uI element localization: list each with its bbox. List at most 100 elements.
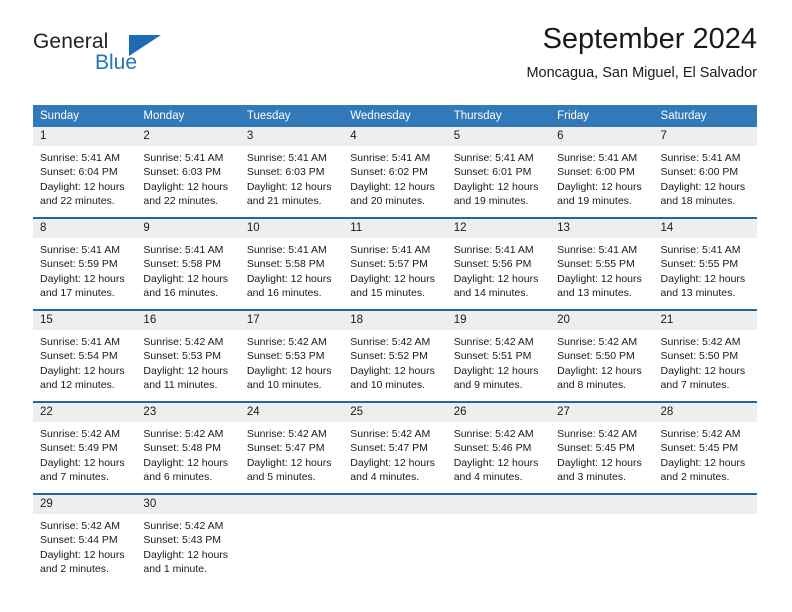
day-cell[interactable]: Sunrise: 5:41 AM Sunset: 6:03 PM Daylight:… (240, 146, 343, 217)
day-number[interactable]: 12 (447, 219, 550, 238)
day-number[interactable]: 1 (33, 127, 136, 146)
day-number[interactable]: 28 (654, 403, 757, 422)
day-number[interactable]: 15 (33, 311, 136, 330)
day-cell[interactable]: Sunrise: 5:41 AM Sunset: 6:02 PM Daylight:… (343, 146, 446, 217)
week-detail-row: Sunrise: 5:41 AM Sunset: 5:59 PM Daylight:… (33, 238, 757, 309)
day-sunset-text: Sunset: 6:01 PM (453, 166, 532, 179)
day-number[interactable]: 17 (240, 311, 343, 330)
day-number[interactable]: 9 (136, 219, 239, 238)
day-sunrise-text: Sunrise: 5:41 AM (660, 152, 741, 164)
day-cell[interactable]: Sunrise: 5:42 AM Sunset: 5:44 PM Daylight:… (33, 514, 136, 585)
day-number[interactable]: 22 (33, 403, 136, 422)
day-daylight-text: Daylight: 12 hours (143, 180, 229, 193)
day-daylight-text: and 15 minutes. (350, 287, 425, 300)
day-cell[interactable]: Sunrise: 5:41 AM Sunset: 6:00 PM Daylight:… (550, 146, 653, 217)
day-number-empty (654, 495, 757, 514)
day-number[interactable]: 27 (550, 403, 653, 422)
day-number[interactable]: 21 (654, 311, 757, 330)
day-cell[interactable]: Sunrise: 5:42 AM Sunset: 5:46 PM Daylight:… (447, 422, 550, 493)
day-cell[interactable]: Sunrise: 5:42 AM Sunset: 5:47 PM Daylight:… (240, 422, 343, 493)
day-daylight-text: and 13 minutes. (660, 287, 736, 300)
day-number[interactable]: 5 (447, 127, 550, 146)
logo-text-blue: Blue (95, 51, 138, 74)
day-number[interactable]: 8 (33, 219, 136, 238)
day-sunset-text: Sunset: 5:54 PM (40, 350, 118, 363)
day-cell[interactable]: Sunrise: 5:41 AM Sunset: 5:56 PM Daylight:… (447, 238, 550, 309)
day-number[interactable]: 4 (343, 127, 446, 146)
day-number[interactable]: 2 (136, 127, 239, 146)
day-cell[interactable]: Sunrise: 5:42 AM Sunset: 5:43 PM Daylight:… (136, 514, 239, 585)
day-cell[interactable]: Sunrise: 5:42 AM Sunset: 5:51 PM Daylight:… (447, 330, 550, 401)
day-daylight-text: and 17 minutes. (40, 287, 115, 300)
day-cell[interactable]: Sunrise: 5:42 AM Sunset: 5:49 PM Daylight:… (33, 422, 136, 493)
day-daylight-text: Daylight: 12 hours (453, 364, 539, 377)
day-daylight-text: Daylight: 12 hours (40, 456, 125, 469)
day-number[interactable]: 6 (550, 127, 653, 146)
day-sunset-text: Sunset: 5:57 PM (350, 258, 428, 271)
day-daylight-text: Daylight: 12 hours (453, 180, 539, 193)
day-cell[interactable]: Sunrise: 5:42 AM Sunset: 5:52 PM Daylight:… (343, 330, 446, 401)
day-number[interactable]: 24 (240, 403, 343, 422)
day-number[interactable]: 11 (343, 219, 446, 238)
day-number[interactable]: 3 (240, 127, 343, 146)
day-cell[interactable]: Sunrise: 5:42 AM Sunset: 5:47 PM Daylight:… (343, 422, 446, 493)
day-number[interactable]: 25 (343, 403, 446, 422)
day-number[interactable]: 7 (654, 127, 757, 146)
day-sunrise-text: Sunrise: 5:42 AM (350, 336, 431, 348)
day-sunrise-text: Sunrise: 5:41 AM (557, 244, 638, 256)
day-sunrise-text: Sunrise: 5:41 AM (453, 152, 534, 164)
week-detail-row: Sunrise: 5:41 AM Sunset: 6:04 PM Daylight:… (33, 146, 757, 217)
day-cell[interactable]: Sunrise: 5:42 AM Sunset: 5:48 PM Daylight:… (136, 422, 239, 493)
day-daylight-text: Daylight: 12 hours (143, 272, 229, 285)
day-daylight-text: Daylight: 12 hours (40, 364, 125, 377)
day-number[interactable]: 30 (136, 495, 239, 514)
day-daylight-text: Daylight: 12 hours (557, 456, 642, 469)
day-number[interactable]: 20 (550, 311, 653, 330)
day-daylight-text: Daylight: 12 hours (246, 272, 332, 285)
day-cell[interactable]: Sunrise: 5:42 AM Sunset: 5:45 PM Daylight:… (550, 422, 653, 493)
day-daylight-text: and 3 minutes. (557, 471, 626, 484)
day-number[interactable]: 10 (240, 219, 343, 238)
day-number[interactable]: 23 (136, 403, 239, 422)
day-daylight-text: Daylight: 12 hours (246, 364, 332, 377)
day-sunset-text: Sunset: 5:59 PM (40, 258, 118, 271)
day-cell[interactable]: Sunrise: 5:41 AM Sunset: 6:01 PM Daylight:… (447, 146, 550, 217)
day-cell[interactable]: Sunrise: 5:41 AM Sunset: 5:57 PM Daylight:… (343, 238, 446, 309)
day-cell[interactable]: Sunrise: 5:41 AM Sunset: 5:55 PM Daylight:… (654, 238, 757, 309)
day-sunrise-text: Sunrise: 5:41 AM (660, 244, 741, 256)
day-cell[interactable]: Sunrise: 5:41 AM Sunset: 6:04 PM Daylight:… (33, 146, 136, 217)
day-number[interactable]: 29 (33, 495, 136, 514)
day-cell[interactable]: Sunrise: 5:41 AM Sunset: 5:58 PM Daylight:… (136, 238, 239, 309)
title-block: September 2024 Moncagua, San Miguel, El … (526, 22, 757, 82)
day-number[interactable]: 14 (654, 219, 757, 238)
day-sunset-text: Sunset: 5:53 PM (246, 350, 325, 363)
day-sunset-text: Sunset: 5:48 PM (143, 442, 222, 455)
day-cell[interactable]: Sunrise: 5:42 AM Sunset: 5:50 PM Daylight:… (550, 330, 653, 401)
day-cell[interactable]: Sunrise: 5:42 AM Sunset: 5:53 PM Daylight:… (136, 330, 239, 401)
day-daylight-text: Daylight: 12 hours (143, 548, 229, 561)
day-cell[interactable]: Sunrise: 5:41 AM Sunset: 5:58 PM Daylight:… (240, 238, 343, 309)
day-sunrise-text: Sunrise: 5:42 AM (143, 336, 224, 348)
day-number[interactable]: 19 (447, 311, 550, 330)
day-cell[interactable]: Sunrise: 5:42 AM Sunset: 5:53 PM Daylight:… (240, 330, 343, 401)
general-blue-logo[interactable]: General Blue (33, 30, 233, 86)
day-cell[interactable]: Sunrise: 5:41 AM Sunset: 5:59 PM Daylight:… (33, 238, 136, 309)
day-sunrise-text: Sunrise: 5:41 AM (350, 152, 431, 164)
day-cell[interactable]: Sunrise: 5:41 AM Sunset: 5:55 PM Daylight:… (550, 238, 653, 309)
day-number[interactable]: 16 (136, 311, 239, 330)
day-daylight-text: and 9 minutes. (453, 379, 523, 392)
day-cell[interactable]: Sunrise: 5:42 AM Sunset: 5:45 PM Daylight:… (654, 422, 757, 493)
week-daynumber-row: 1234567 (33, 127, 757, 146)
day-number[interactable]: 18 (343, 311, 446, 330)
day-number[interactable]: 13 (550, 219, 653, 238)
day-number-empty (240, 495, 343, 514)
day-cell[interactable]: Sunrise: 5:41 AM Sunset: 5:54 PM Daylight:… (33, 330, 136, 401)
day-cell[interactable]: Sunrise: 5:42 AM Sunset: 5:50 PM Daylight:… (654, 330, 757, 401)
day-cell[interactable]: Sunrise: 5:41 AM Sunset: 6:03 PM Daylight:… (136, 146, 239, 217)
page-title: September 2024 (542, 23, 757, 55)
day-cell[interactable]: Sunrise: 5:41 AM Sunset: 6:00 PM Daylight:… (654, 146, 757, 217)
day-daylight-text: and 7 minutes. (660, 379, 730, 392)
day-number-empty (447, 495, 550, 514)
day-sunset-text: Sunset: 6:03 PM (246, 166, 325, 179)
day-number[interactable]: 26 (447, 403, 550, 422)
